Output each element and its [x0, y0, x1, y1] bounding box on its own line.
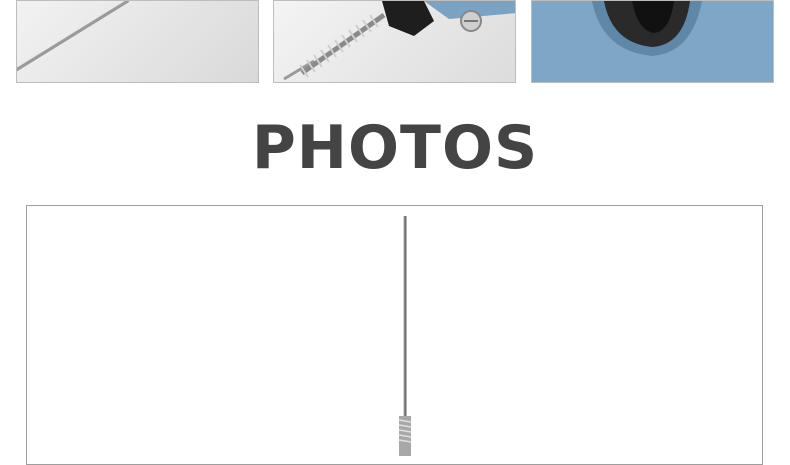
spring-rod-image	[283, 1, 515, 81]
thumbnail-spring[interactable]	[273, 0, 516, 83]
steel-rod-image	[17, 1, 129, 71]
page-title: PHOTOS	[251, 113, 539, 183]
main-product-photo[interactable]	[26, 205, 763, 465]
limit-switch-rod-image	[398, 216, 412, 456]
thumbnail-housing[interactable]	[531, 0, 774, 83]
threaded-port-image	[532, 1, 773, 82]
thumbnail-rod[interactable]	[16, 0, 259, 83]
